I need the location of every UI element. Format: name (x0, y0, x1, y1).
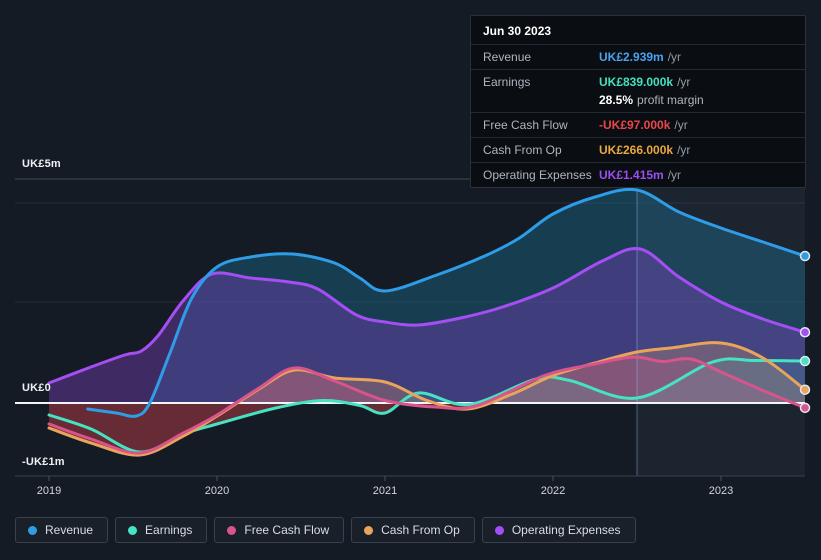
tooltip-unit: /yr (667, 168, 682, 182)
legend-label: Operating Expenses (511, 523, 621, 537)
y-axis-label-5m: UK£5m (22, 158, 61, 170)
tooltip-value: UK£1.415m (599, 168, 664, 182)
legend-label: Revenue (45, 523, 94, 537)
x-axis-year-label: 2019 (37, 485, 61, 497)
cash-from-op-series-dot-icon (364, 525, 374, 535)
tooltip-label: Operating Expenses (483, 168, 592, 182)
tooltip-unit: /yr (674, 118, 688, 132)
series-endpoint-cash-from-op[interactable] (799, 384, 811, 395)
tooltip-unit: /yr (667, 50, 682, 64)
tooltip-value: UK£839.000k (599, 75, 674, 89)
x-axis: 2019 2020 2021 2022 2023 (15, 475, 805, 497)
series-endpoint-free-cash-flow[interactable] (799, 402, 811, 414)
tooltip-row-revenue: Revenue UK£2.939m/yr (471, 44, 805, 69)
x-axis-year-label: 2022 (541, 485, 565, 497)
tooltip-label: Revenue (483, 50, 532, 64)
legend-item-operating-expenses[interactable]: Operating Expenses (481, 517, 636, 543)
tooltip-unit: /yr (677, 75, 691, 89)
legend-label: Cash From Op (381, 523, 460, 537)
legend-item-revenue[interactable]: Revenue (15, 517, 109, 543)
legend-item-earnings[interactable]: Earnings (115, 517, 208, 543)
free-cash-flow-series-dot-icon (227, 525, 237, 535)
latest-period-highlight (637, 180, 805, 476)
tooltip-unit: /yr (677, 143, 691, 157)
operating-expenses-series-dot-icon (494, 525, 504, 535)
tooltip-row-earnings: Earnings UK£839.000k/yr 28.5% profit marg… (471, 69, 805, 112)
legend-item-cash-from-op[interactable]: Cash From Op (351, 517, 475, 543)
x-axis-year-label: 2023 (709, 485, 733, 497)
tooltip-value: UK£266.000k (599, 143, 674, 157)
tooltip-row-free-cash-flow: Free Cash Flow -UK£97.000k/yr (471, 112, 805, 137)
tooltip-profit-margin: 28.5% profit margin (599, 93, 704, 107)
x-axis-year-label: 2020 (205, 485, 229, 497)
legend-label: Free Cash Flow (244, 523, 330, 537)
y-axis-label-zero: UK£0 (22, 382, 51, 394)
y-axis-label-neg1m: -UK£1m (22, 456, 65, 468)
series-endpoint-operating-expenses[interactable] (799, 327, 811, 338)
series-endpoint-revenue[interactable] (799, 250, 811, 262)
x-axis-year-label: 2021 (373, 485, 397, 497)
legend-item-free-cash-flow[interactable]: Free Cash Flow (214, 517, 345, 543)
legend-label: Earnings (145, 523, 193, 537)
series-endpoint-earnings[interactable] (799, 355, 811, 367)
tooltip-value: UK£2.939m (599, 50, 664, 64)
tooltip-date: Jun 30 2023 (483, 24, 552, 38)
chart-legend: Revenue Earnings Free Cash Flow Cash Fro… (15, 517, 636, 543)
chart-tooltip: Jun 30 2023 Revenue UK£2.939m/yr Earning… (470, 15, 806, 188)
tooltip-value: -UK£97.000k (599, 118, 671, 132)
tooltip-row-operating-expenses: Operating Expenses UK£1.415m/yr (471, 162, 805, 187)
tooltip-label: Free Cash Flow (483, 118, 568, 132)
tooltip-label: Cash From Op (483, 143, 562, 157)
revenue-series-dot-icon (28, 525, 37, 535)
tooltip-label: Earnings (483, 75, 531, 89)
tooltip-row-cash-from-op: Cash From Op UK£266.000k/yr (471, 137, 805, 162)
earnings-series-dot-icon (128, 525, 138, 535)
